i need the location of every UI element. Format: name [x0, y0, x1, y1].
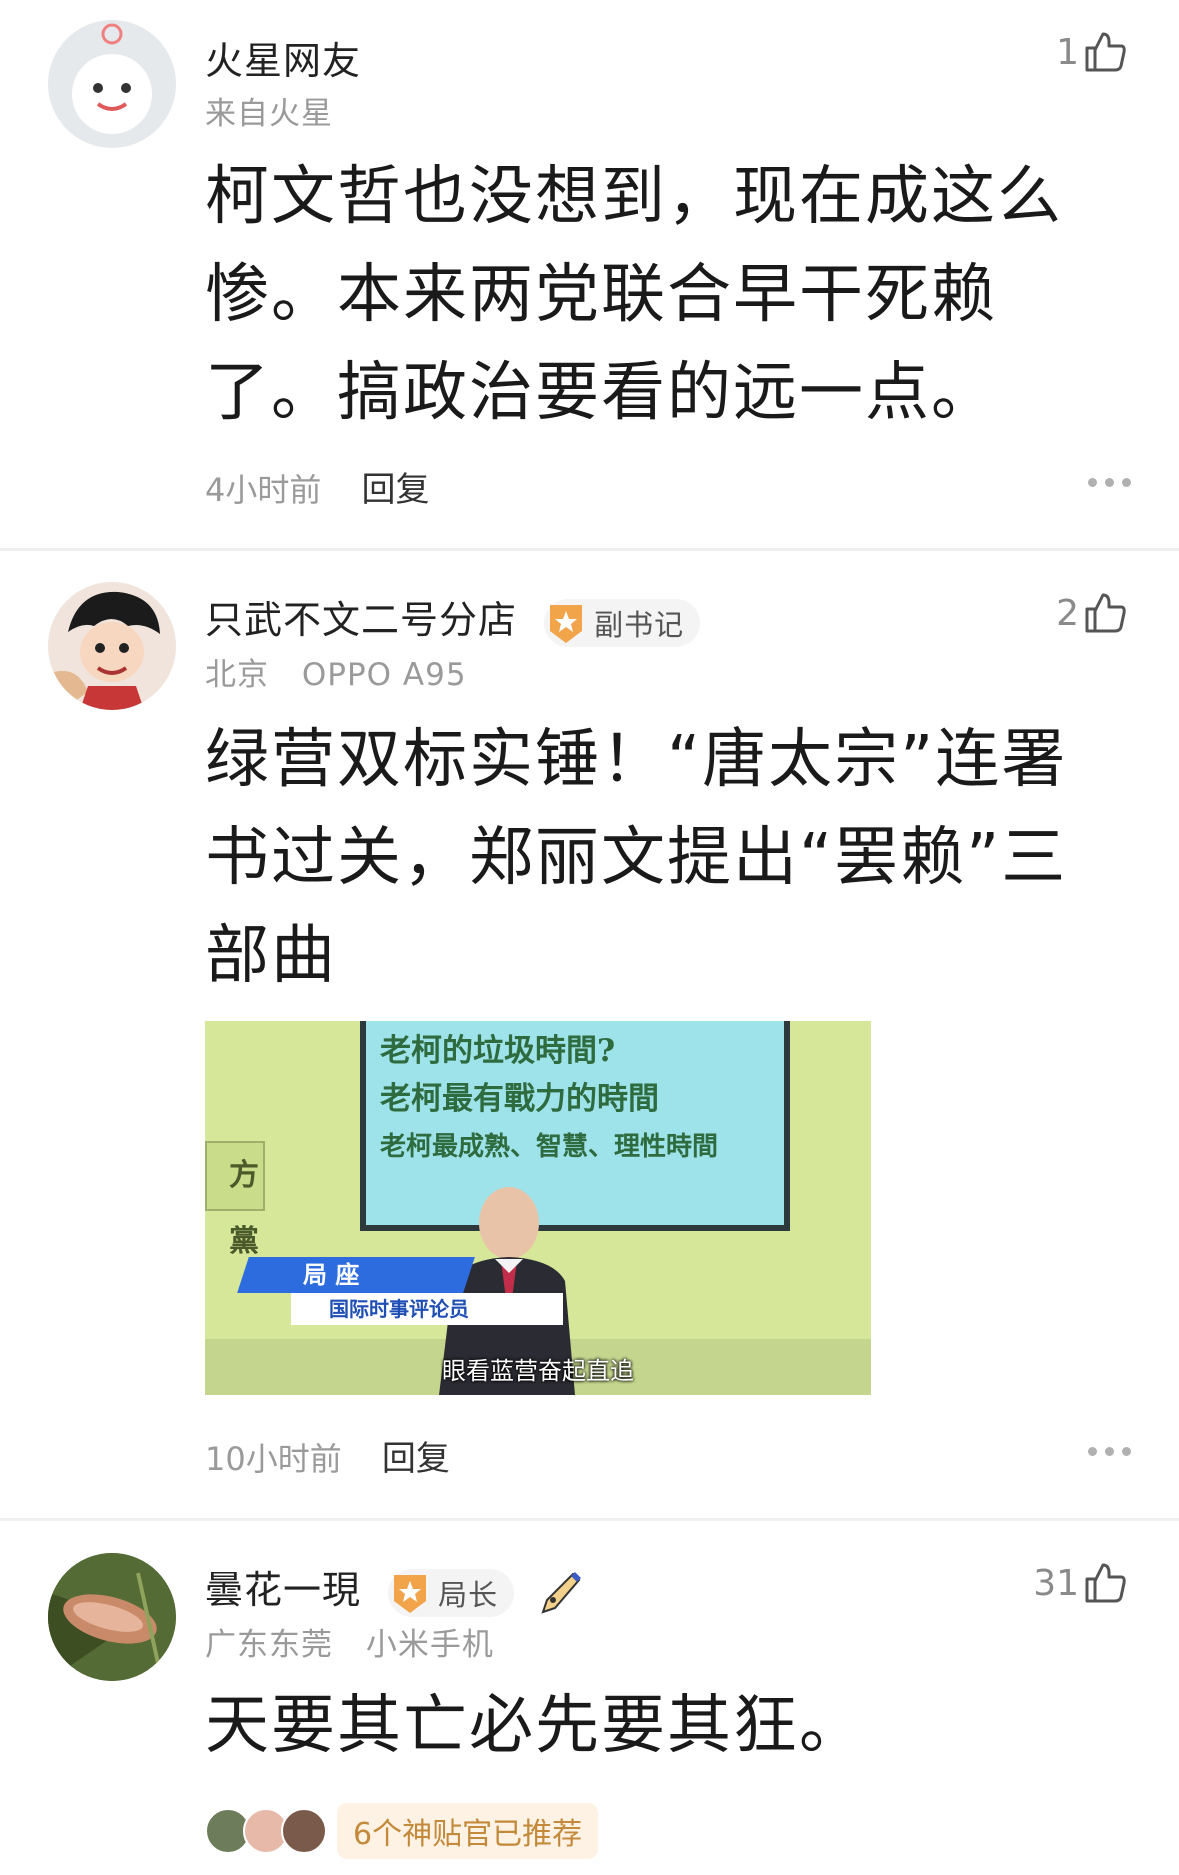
- thumbs-up-icon: [1085, 32, 1126, 72]
- like-button[interactable]: 31: [1033, 1559, 1129, 1607]
- flower-bud-icon: [48, 1553, 176, 1681]
- username: 只武不文二号分店 副书记: [205, 589, 701, 647]
- pen-nib-icon: [541, 1571, 582, 1614]
- comment-meta: 北京 OPPO A95: [205, 649, 467, 694]
- medal-icon: [394, 1574, 427, 1613]
- medal-icon: [550, 604, 583, 643]
- screen-line: 老柯的垃圾時間?: [380, 1033, 616, 1069]
- like-button[interactable]: 1: [1056, 28, 1129, 76]
- recommend-text: 6个神贴官已推荐: [337, 1803, 599, 1859]
- thumbs-up-icon: [1085, 1563, 1126, 1603]
- username-text[interactable]: 曇花一現: [205, 1568, 361, 1612]
- location-label: 北京: [205, 657, 269, 693]
- username-text[interactable]: 只武不文二号分店: [205, 598, 517, 642]
- timestamp: 4小时前: [205, 471, 322, 509]
- side-sign: 方黨: [205, 1141, 265, 1259]
- like-count: 31: [1033, 1562, 1079, 1604]
- reply-button[interactable]: 回复: [382, 1439, 450, 1479]
- avatar[interactable]: [48, 20, 176, 148]
- avatar[interactable]: [48, 1553, 176, 1681]
- device-label: OPPO A95: [301, 657, 467, 693]
- title-tag: 国际时事评论员: [291, 1293, 563, 1325]
- thumbs-up-icon: [1085, 593, 1126, 633]
- badge-label: 副书记: [594, 607, 685, 642]
- comment-footer: 10小时前 回复: [205, 1431, 450, 1480]
- comment-card: 曇花一現 局长 广东东莞 小米手机 31 天要其亡必先要其狂。 6个神贴官已推荐: [0, 1521, 1179, 1875]
- rank-badge: 局长: [388, 1568, 515, 1617]
- recommend-bar[interactable]: 6个神贴官已推荐: [205, 1803, 599, 1859]
- badge-label: 局长: [438, 1577, 499, 1612]
- screen-line: 老柯最成熟、智慧、理性時間: [380, 1132, 719, 1162]
- like-button[interactable]: 2: [1056, 589, 1129, 637]
- comment-card: 只武不文二号分店 副书记 北京 OPPO A95 2 绿营双标实锤！“唐太宗”连…: [0, 551, 1179, 1518]
- rank-badge: 副书记: [544, 598, 701, 647]
- timestamp: 10小时前: [205, 1440, 342, 1478]
- comment-body: 柯文哲也没想到，现在成这么惨。本来两党联合早干死赖了。搞政治要看的远一点。: [205, 160, 1063, 430]
- screen-line: 老柯最有戰力的時間: [380, 1081, 659, 1117]
- video-thumbnail[interactable]: 方黨 老柯的垃圾時間? 老柯最有戰力的時間 老柯最成熟、智慧、理性時間 局 座 …: [205, 1021, 871, 1395]
- video-subtitle: 眼看蓝营奋起直追: [442, 1357, 634, 1385]
- comment-body: 绿营双标实锤！“唐太宗”连署书过关，郑丽文提出“罢赖”三部曲: [205, 723, 1068, 993]
- like-count: 1: [1056, 31, 1079, 73]
- username[interactable]: 火星网友: [205, 30, 361, 85]
- reply-button[interactable]: 回复: [362, 470, 430, 510]
- name-tag: 局 座: [237, 1257, 475, 1293]
- comment-footer: 4小时前 回复: [205, 462, 430, 511]
- anime-character-icon: [48, 582, 176, 710]
- username: 曇花一現 局长: [205, 1559, 583, 1617]
- comment-card: 火星网友 来自火星 1 柯文哲也没想到，现在成这么惨。本来两党联合早干死赖了。搞…: [0, 0, 1179, 548]
- presentation-screen: 老柯的垃圾時間? 老柯最有戰力的時間 老柯最成熟、智慧、理性時間: [360, 1021, 790, 1231]
- like-count: 2: [1056, 592, 1079, 634]
- recommender-avatar: [281, 1808, 327, 1854]
- comment-meta: 广东东莞 小米手机: [205, 1619, 494, 1664]
- avatar-face-icon: [48, 20, 176, 148]
- device-label: 小米手机: [365, 1627, 494, 1663]
- comment-body: 天要其亡必先要其狂。: [205, 1689, 865, 1763]
- avatar[interactable]: [48, 582, 176, 710]
- location-label: 来自火星: [205, 96, 333, 132]
- location-label: 广东东莞: [205, 1627, 333, 1663]
- more-options-icon[interactable]: [1088, 478, 1131, 487]
- more-options-icon[interactable]: [1088, 1447, 1131, 1456]
- comment-meta: 来自火星: [205, 88, 333, 133]
